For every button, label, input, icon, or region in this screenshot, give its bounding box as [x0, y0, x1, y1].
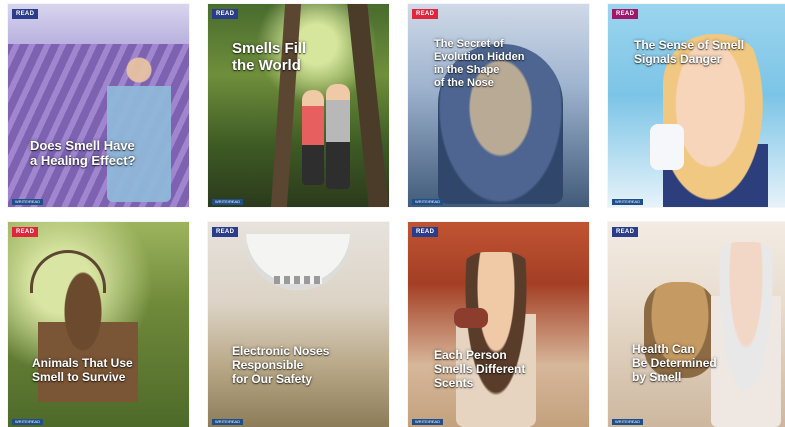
cover-image-tissue	[650, 124, 684, 170]
cover-card-healing-effect[interactable]: READ Does Smell Have a Healing Effect? W…	[8, 4, 189, 207]
cover-image-detector-vents	[274, 276, 322, 284]
cover-footer-label: WRITE/READ	[412, 419, 444, 425]
cover-footer-label: WRITE/READ	[212, 199, 244, 205]
cover-title: Health Can Be Determined by Smell	[632, 342, 717, 384]
cover-image-woman	[107, 52, 171, 202]
category-badge: READ	[212, 9, 239, 19]
cover-title: Smells Fill the World	[232, 40, 307, 74]
cover-image-food	[454, 308, 488, 328]
cover-footer-label: WRITE/READ	[12, 199, 44, 205]
cover-title: The Secret of Evolution Hidden in the Sh…	[434, 38, 525, 89]
category-badge: READ	[212, 227, 239, 237]
cover-image-hiker	[302, 90, 324, 185]
category-badge: READ	[612, 227, 639, 237]
cover-footer-label: WRITE/READ	[612, 419, 644, 425]
cover-grid: READ Does Smell Have a Healing Effect? W…	[0, 0, 785, 427]
cover-title: Each Person Smells Different Scents	[434, 348, 526, 390]
cover-image-elderly-woman	[711, 242, 781, 427]
category-badge: READ	[412, 227, 439, 237]
cover-footer-label: WRITE/READ	[212, 419, 244, 425]
cover-image-deer	[38, 262, 138, 427]
cover-footer-label: WRITE/READ	[612, 199, 644, 205]
cover-card-animals-smell-survive[interactable]: READ Animals That Use Smell to Survive W…	[8, 222, 189, 427]
category-badge: READ	[412, 9, 439, 19]
cover-title: The Sense of Smell Signals Danger	[634, 38, 745, 66]
cover-footer-label: WRITE/READ	[12, 419, 44, 425]
cover-footer-label: WRITE/READ	[412, 199, 444, 205]
cover-image-woman	[456, 252, 536, 427]
cover-card-electronic-noses[interactable]: READ Electronic Noses Responsible for Ou…	[208, 222, 389, 427]
cover-card-each-person-smells[interactable]: READ Each Person Smells Different Scents…	[408, 222, 589, 427]
cover-title: Electronic Noses Responsible for Our Saf…	[232, 344, 330, 386]
cover-card-health-by-smell[interactable]: READ Health Can Be Determined by Smell W…	[608, 222, 785, 427]
cover-title: Does Smell Have a Healing Effect?	[30, 138, 136, 168]
cover-image-hiker	[326, 84, 350, 189]
category-badge: READ	[12, 9, 39, 19]
cover-card-smells-fill-the-world[interactable]: READ Smells Fill the World WRITE/READ	[208, 4, 389, 207]
cover-title: Animals That Use Smell to Survive	[32, 356, 133, 384]
category-badge: READ	[12, 227, 39, 237]
cover-card-nose-evolution[interactable]: READ The Secret of Evolution Hidden in t…	[408, 4, 589, 207]
category-badge: READ	[612, 9, 639, 19]
cover-card-smell-signals-danger[interactable]: READ The Sense of Smell Signals Danger W…	[608, 4, 785, 207]
